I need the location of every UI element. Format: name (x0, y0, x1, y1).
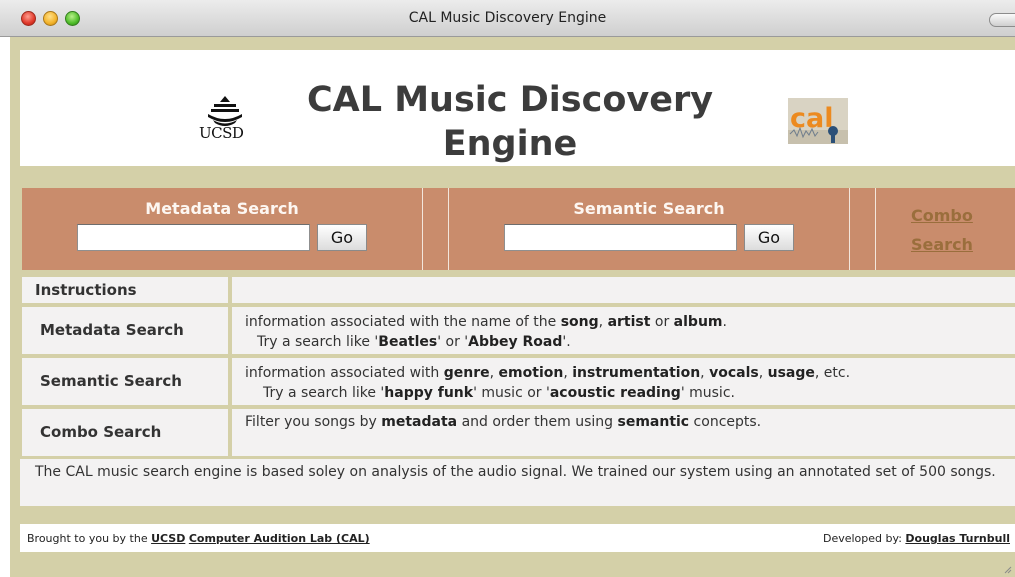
combo-search-link-line1[interactable]: Combo (911, 206, 973, 225)
combo-search-link-line2[interactable]: Search (911, 235, 973, 254)
toolbar-toggle-button[interactable] (989, 13, 1015, 27)
semantic-search-label: Semantic Search (573, 199, 725, 218)
ucsd-logo-text: UCSD (199, 124, 244, 142)
metadata-search-input[interactable] (77, 224, 310, 251)
footer-developer: Developed by: Douglas Turnbull (822, 532, 1010, 545)
metadata-search-description: information associated with the name of … (232, 307, 1015, 354)
divider (849, 188, 850, 270)
semantic-search-input[interactable] (504, 224, 737, 251)
resize-grip-icon[interactable] (1002, 564, 1012, 574)
cal-logo-text: cal (790, 103, 833, 134)
combo-search-description: Filter you songs by metadata and order t… (232, 409, 1015, 456)
footer-credits: Brought to you by the UCSD Computer Audi… (27, 532, 370, 545)
developer-link[interactable]: Douglas Turnbull (905, 532, 1010, 545)
instructions-heading: Instructions (22, 277, 228, 303)
page-footer: Brought to you by the UCSD Computer Audi… (20, 524, 1015, 552)
window-titlebar: CAL Music Discovery Engine (0, 0, 1015, 37)
semantic-go-button[interactable]: Go (744, 224, 794, 251)
window-title: CAL Music Discovery Engine (408, 10, 607, 26)
cal-lab-link[interactable]: Computer Audition Lab (CAL) (189, 532, 370, 545)
page-title: CAL Music Discovery Engine (290, 78, 730, 166)
search-bar: Metadata Search Go Semantic Search Go Co… (22, 188, 1015, 270)
page-title-line2: Engine (442, 124, 578, 164)
page-header: UCSD CAL Music Discovery Engine cal (20, 50, 1015, 166)
page-title-line1: CAL Music Discovery (306, 80, 714, 120)
divider (422, 188, 423, 270)
cal-logo-icon: cal (788, 98, 848, 144)
semantic-search-description: information associated with genre, emoti… (232, 358, 1015, 405)
ucsd-link[interactable]: UCSD (151, 532, 185, 545)
metadata-search-label: Metadata Search (145, 199, 299, 218)
metadata-go-button[interactable]: Go (317, 224, 367, 251)
combo-search-row-label: Combo Search (22, 409, 228, 456)
page-frame: UCSD CAL Music Discovery Engine cal Meta… (10, 37, 1015, 577)
engine-description-note: The CAL music search engine is based sol… (20, 459, 1015, 506)
metadata-search-row-label: Metadata Search (22, 307, 228, 354)
divider (875, 188, 876, 270)
semantic-search-row-label: Semantic Search (22, 358, 228, 405)
instructions-heading-blank (232, 277, 1015, 303)
